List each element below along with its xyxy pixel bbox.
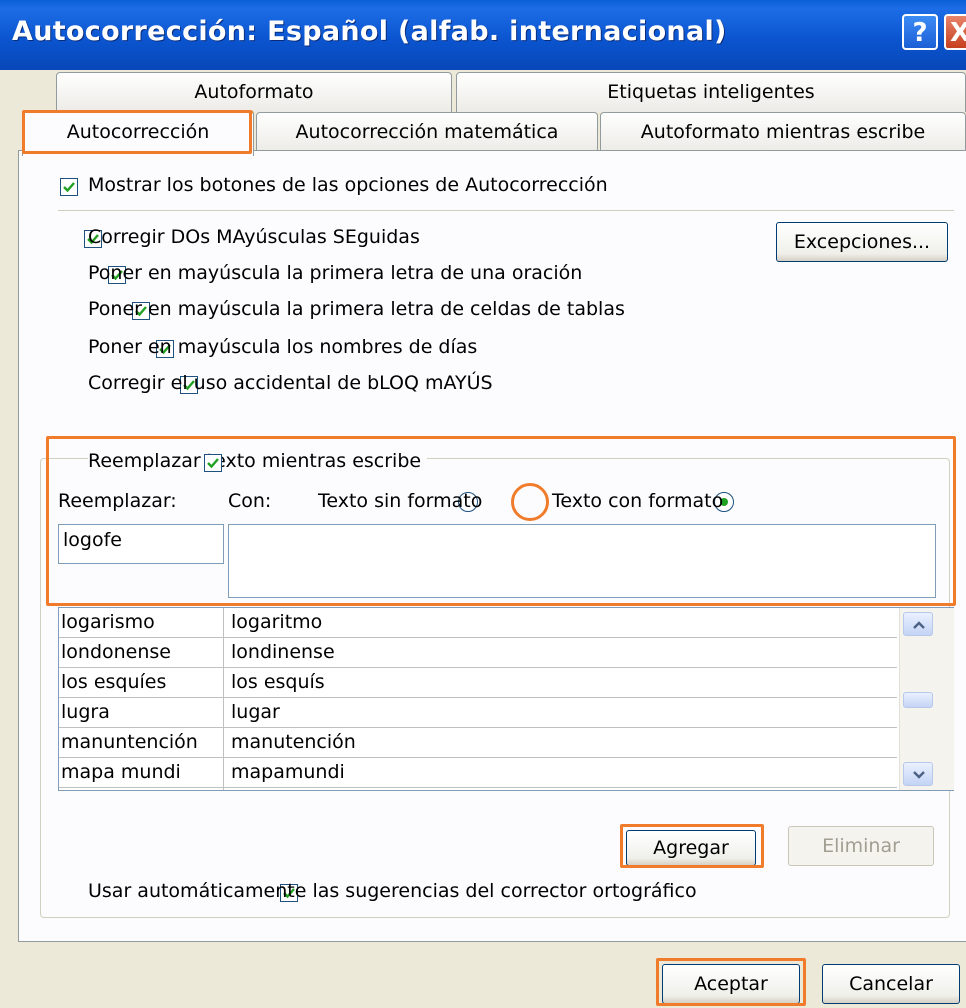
help-button[interactable]: ? [902,14,938,50]
autocorrect-list[interactable]: logarismo logaritmo londonense londinens… [58,607,954,791]
scroll-up-button[interactable] [903,612,933,636]
chevron-up-icon [913,621,925,629]
cancel-button[interactable]: Cancelar [822,964,960,1004]
list-item-with: mapamundi [231,761,345,783]
list-item-replace: londonense [61,641,171,663]
list-scrollbar[interactable] [899,608,954,790]
with-input[interactable] [228,524,936,598]
close-button[interactable]: X [944,14,966,50]
show-buttons-checkbox[interactable] [60,178,78,196]
list-item-with: los esquís [231,671,325,693]
exceptions-button[interactable]: Excepciones... [776,222,948,262]
list-item-with: manutención [231,731,356,753]
list-item-with: logaritmo [231,611,323,633]
replace-as-type-label: Reemplazar texto mientras escribe [88,450,428,472]
cap-sentence-label: Poner en mayúscula la primera letra de u… [88,262,583,284]
list-item[interactable]: manuntención manutención [59,728,897,758]
tab-autoformato-mientras-escribe[interactable]: Autoformato mientras escribe [600,112,966,152]
list-item-replace: lugra [61,701,110,723]
list-item-replace: los esquíes [61,671,167,693]
list-item-replace: logarismo [61,611,155,633]
divider [58,210,954,211]
tab-autocorreccion-matematica[interactable]: Autocorrección matemática [256,112,598,152]
highlight-ok-button [656,958,806,1006]
list-item[interactable]: lugra lugar [59,698,897,728]
list-item-with: londinense [231,641,335,663]
list-item-replace: manuntención [61,731,198,753]
formatted-text-label: Texto con formato [552,490,724,512]
check-icon [207,458,220,469]
spelling-suggestions-label: Usar automáticamente las sugerencias del… [88,880,697,902]
cap-cells-label: Poner en mayúscula la primera letra de c… [88,298,625,320]
show-buttons-label: Mostrar los botones de las opciones de A… [88,174,608,196]
list-item[interactable]: logarismo logaritmo [59,608,897,638]
tab-autoformato[interactable]: Autoformato [56,72,452,112]
list-item[interactable]: los esquíes los esquís [59,668,897,698]
replace-input[interactable]: logofe [58,524,224,564]
list-item[interactable]: londonense londinense [59,638,897,668]
two-caps-label: Corregir DOs MAyúsculas SEguidas [88,226,420,248]
caps-lock-label: Corregir el uso accidental de bLOQ mAYÚS [88,372,493,394]
list-item-replace: mapa mundi [61,761,181,783]
delete-button[interactable]: Eliminar [788,826,934,866]
replace-label: Reemplazar: [58,490,177,512]
with-label: Con: [228,490,272,512]
tab-etiquetas-inteligentes[interactable]: Etiquetas inteligentes [456,72,966,112]
check-icon [63,182,75,193]
scroll-down-button[interactable] [903,762,933,786]
highlight-formatted-radio [511,483,549,521]
replace-as-type-checkbox[interactable] [204,454,223,472]
list-item[interactable]: mapa mundi mapamundi [59,758,897,788]
highlight-add-button [620,824,764,868]
highlight-active-tab [22,110,252,154]
list-item-with: lugar [231,701,280,723]
chevron-down-icon [913,771,925,779]
scroll-thumb[interactable] [903,692,933,708]
window-title: Autocorrección: Español (alfab. internac… [12,16,727,47]
cap-days-label: Poner en mayúscula los nombres de días [88,336,478,358]
plain-text-label: Texto sin formato [318,490,483,512]
